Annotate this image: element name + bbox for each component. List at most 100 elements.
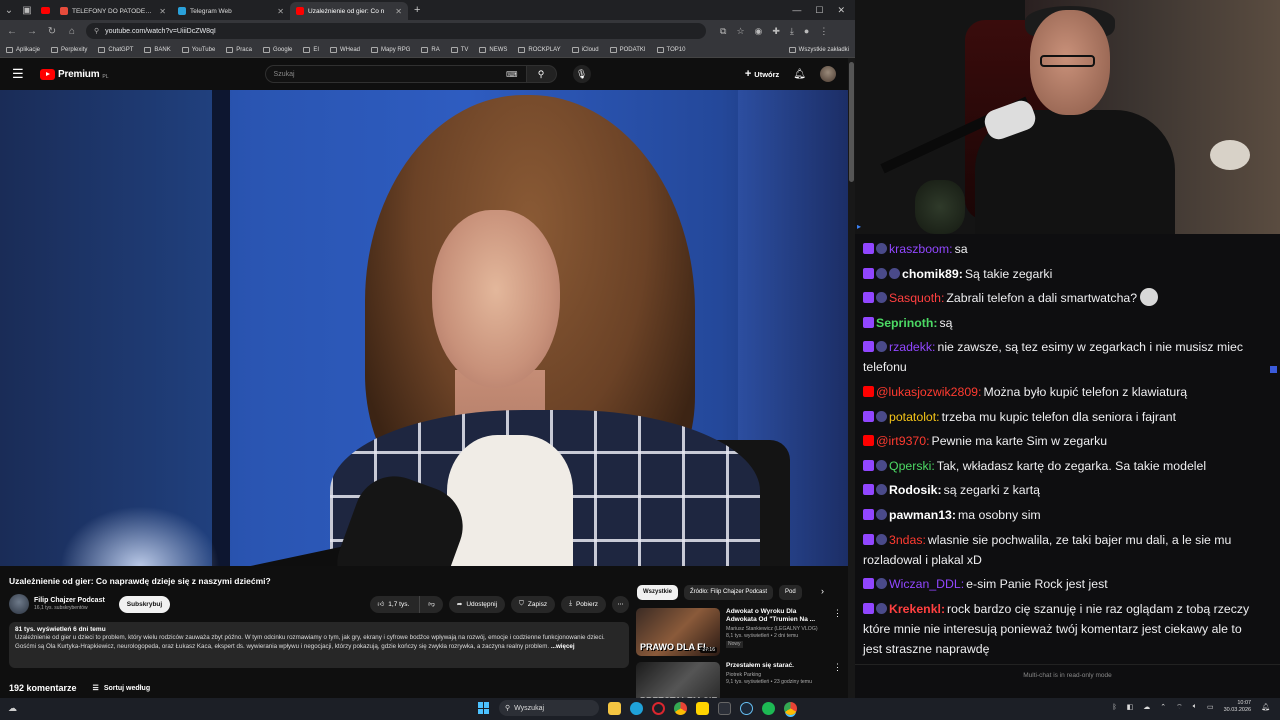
chat-username[interactable]: Seprinoth: xyxy=(876,316,937,330)
steam-icon[interactable] xyxy=(740,701,753,715)
dislike-button[interactable]: 👎︎ xyxy=(420,595,443,613)
create-button[interactable]: + Utwórz xyxy=(745,68,779,80)
bookmark-item[interactable]: Google xyxy=(262,46,292,53)
bookmark-item[interactable]: TOP10 xyxy=(656,46,685,53)
sort-button[interactable]: ☰ Sortuj według xyxy=(93,684,151,693)
downloads-icon[interactable]: ⤓ xyxy=(790,26,794,37)
bookmark-item[interactable]: ROCKPLAY xyxy=(518,46,561,53)
chat-expand-icon[interactable]: ▸ xyxy=(857,222,863,231)
bookmark-item[interactable]: Perplexity xyxy=(51,46,87,53)
edge-icon[interactable] xyxy=(630,701,643,715)
chat-username[interactable]: chomik89: xyxy=(902,267,963,281)
like-button[interactable]: 👍︎ 1,7 tys. xyxy=(369,595,421,613)
youtube-logo[interactable]: Premium PL xyxy=(40,68,109,80)
start-button[interactable] xyxy=(478,702,490,714)
maximize-icon[interactable]: ☐ xyxy=(815,5,823,16)
opera-icon[interactable] xyxy=(652,701,665,715)
bookmark-star-icon[interactable]: ☆ xyxy=(736,26,744,37)
bookmark-item[interactable]: BANK xyxy=(144,46,171,53)
video-thumbnail[interactable]: PRAWO DLA EL 27:16 xyxy=(636,608,720,656)
spotify-icon[interactable] xyxy=(762,701,775,715)
cast-icon[interactable]: ⧉ xyxy=(720,26,726,37)
tray-battery-icon[interactable]: ▭ xyxy=(1207,703,1214,711)
bookmark-item[interactable]: Mapy RPG xyxy=(371,46,410,53)
home-icon[interactable]: ⌂ xyxy=(66,26,78,37)
chrome-active-icon[interactable] xyxy=(784,701,797,715)
subscribe-button[interactable]: Subskrybuj xyxy=(118,595,171,613)
url-field[interactable]: ⚲ youtube.com/watch?v=UiiiDcZW8qI xyxy=(86,23,706,39)
tray-volume-icon[interactable]: 🔈︎ xyxy=(1193,703,1197,711)
keyboard-icon[interactable]: ⌨ xyxy=(506,70,518,79)
reload-icon[interactable]: ↻ xyxy=(46,26,58,37)
page-scrollbar[interactable] xyxy=(848,58,855,698)
system-clock[interactable]: 10:07 30.03.2026 xyxy=(1224,700,1252,715)
chat-username[interactable]: Wiczan_DDL: xyxy=(889,577,964,591)
file-explorer-icon[interactable] xyxy=(608,701,621,715)
bookmark-item[interactable]: TV xyxy=(450,46,468,53)
tray-network-icon[interactable]: ⌔ xyxy=(1176,703,1183,712)
browser-tab[interactable]: TELEFONY DO PATODEWELOPI✕ xyxy=(54,2,172,20)
minimize-icon[interactable]: — xyxy=(792,5,801,16)
extension-icon[interactable]: ◉ xyxy=(755,26,763,37)
all-bookmarks-button[interactable]: Wszystkie zakładki xyxy=(788,46,849,53)
chrome-icon[interactable] xyxy=(674,701,687,715)
bookmark-item[interactable]: RA xyxy=(421,46,440,53)
description-box[interactable]: 81 tys. wyświetleń 6 dni temu Uzależnien… xyxy=(9,622,629,668)
voice-search-button[interactable]: 🎙︎ xyxy=(572,65,591,83)
account-avatar[interactable] xyxy=(820,66,836,82)
chat-username[interactable]: @lukasjozwik2809: xyxy=(876,385,981,399)
chat-username[interactable]: Qperski: xyxy=(889,459,935,473)
forward-icon[interactable]: → xyxy=(26,26,38,37)
bookmark-item[interactable]: PODATKI xyxy=(609,46,646,53)
bookmark-item[interactable]: Praca xyxy=(226,46,252,53)
tab-close-icon[interactable]: ✕ xyxy=(395,7,402,16)
channel-name[interactable]: Filip Chajzer Podcast xyxy=(34,597,105,604)
new-tab-button[interactable]: + xyxy=(408,4,426,16)
chat-scroll-marker[interactable] xyxy=(1270,366,1277,373)
site-info-icon[interactable]: ⚲ xyxy=(94,27,99,35)
widgets-icon[interactable]: ☁ xyxy=(8,703,17,714)
chat-username[interactable]: kraszboom: xyxy=(889,242,953,256)
share-button[interactable]: ➦ Udostępnij xyxy=(448,595,506,613)
video-menu-icon[interactable]: ⋮ xyxy=(833,608,842,658)
search-button[interactable]: ⚲ xyxy=(526,65,557,83)
chat-username[interactable]: @irt9370: xyxy=(876,434,930,448)
tray-app-icon[interactable]: ◧ xyxy=(1127,703,1134,711)
notifications-bell-icon[interactable]: 🔔︎ xyxy=(793,69,806,80)
filter-chip[interactable]: Źródło: Filip Chajzer Podcast xyxy=(684,584,774,600)
taskbar-search[interactable]: ⚲ Wyszukaj xyxy=(499,700,599,716)
downloads-app-icon[interactable] xyxy=(718,701,731,715)
puzzle-icon[interactable]: ✚ xyxy=(772,26,780,37)
tray-bluetooth-icon[interactable]: ᛒ xyxy=(1112,704,1116,711)
recommended-video[interactable]: PRAWO DLA EL 27:16 Adwokat o Wyroku Dla Ad… xyxy=(636,608,842,658)
chat-username[interactable]: 3ndas: xyxy=(889,533,926,547)
tray-overflow-icon[interactable]: ⌃ xyxy=(1160,703,1166,711)
bookmark-item[interactable]: iCloud xyxy=(571,46,599,53)
back-icon[interactable]: ← xyxy=(6,26,18,37)
chat-username[interactable]: Sasquoth: xyxy=(889,291,944,305)
close-window-icon[interactable]: ✕ xyxy=(837,5,845,16)
chat-username[interactable]: Krekenkl: xyxy=(889,602,945,616)
bookmark-item[interactable]: Aplikacje xyxy=(6,46,40,53)
tray-onedrive-icon[interactable]: ☁ xyxy=(1143,703,1150,711)
chat-username[interactable]: potatolot: xyxy=(889,410,940,424)
chips-next-icon[interactable]: › xyxy=(821,586,824,596)
tab-close-icon[interactable]: ✕ xyxy=(277,7,284,16)
show-more-link[interactable]: ...więcej xyxy=(551,643,575,650)
filter-chip[interactable]: Wszystkie xyxy=(637,584,679,600)
chat-username[interactable]: pawman13: xyxy=(889,508,956,522)
menu-hamburger-icon[interactable]: ☰ xyxy=(12,66,28,82)
notes-icon[interactable] xyxy=(696,701,709,715)
bookmark-item[interactable]: WHead xyxy=(330,46,360,53)
browser-tab[interactable]: Telegram Web ✕ xyxy=(172,2,290,20)
tab-search-icon[interactable]: ⌄ xyxy=(0,0,18,20)
channel-avatar[interactable] xyxy=(9,594,29,614)
more-actions-button[interactable]: ⋯ xyxy=(612,595,629,613)
bookmark-item[interactable]: EI xyxy=(303,46,319,53)
save-button[interactable]: ⛉ Zapisz xyxy=(511,595,556,613)
chat-username[interactable]: Rodosik: xyxy=(889,483,942,497)
browser-menu-icon[interactable]: ⋮ xyxy=(819,26,828,37)
youtube-pinned-tab[interactable] xyxy=(36,0,54,20)
tab-close-icon[interactable]: ✕ xyxy=(159,7,166,16)
video-player[interactable] xyxy=(0,90,848,566)
